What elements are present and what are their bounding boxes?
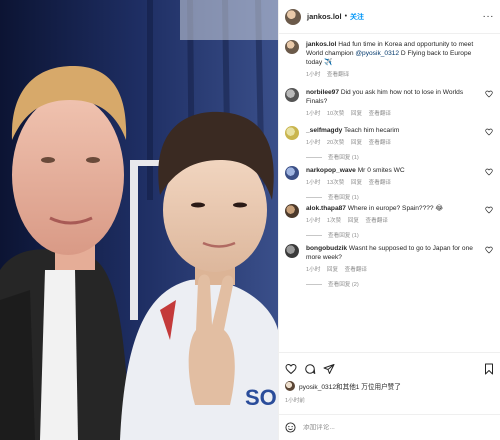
bookmark-icon[interactable] <box>483 363 495 375</box>
see-translation-link[interactable]: 查看翻译 <box>369 111 391 117</box>
likes-text[interactable]: pyosik_0312和其他1 万位用户赞了 <box>299 381 401 391</box>
comment-row: alok.thapa87 Where in europe? Spain???? … <box>285 204 495 244</box>
comment-likes[interactable]: 20次赞 <box>327 140 344 146</box>
comment-username[interactable]: alok.thapa87 <box>306 205 346 212</box>
reply-link[interactable]: 回复 <box>348 218 359 224</box>
add-comment-input[interactable] <box>303 424 453 431</box>
comment-time: 1小时 <box>306 140 321 146</box>
post-actions: pyosik_0312和其他1 万位用户赞了 1小时前 <box>279 352 500 404</box>
comment-row: norbilee97 Did you ask him how not to lo… <box>285 88 495 126</box>
comment-avatar[interactable] <box>285 88 299 102</box>
svg-text:SO: SO <box>245 385 277 410</box>
comment-time: 1小时 <box>306 180 321 186</box>
comment-text: Where in europe? Spain???? 😂 <box>347 205 444 212</box>
view-replies-label[interactable]: 查看回复 (1) <box>328 153 359 161</box>
view-replies-button[interactable]: 查看回复 (1) <box>306 193 481 201</box>
comment-likes[interactable]: 10次赞 <box>327 111 344 117</box>
caption-username[interactable]: jankos.lol <box>306 41 336 48</box>
comment-username[interactable]: _selfmagdy <box>306 127 342 134</box>
reply-link[interactable]: 回复 <box>351 180 362 186</box>
post-timestamp: 1小时前 <box>285 398 305 404</box>
view-replies-button[interactable]: 查看回复 (1) <box>306 153 481 161</box>
caption-row: jankos.lol Had fun time in Korea and opp… <box>285 40 495 88</box>
heart-icon[interactable] <box>485 128 493 136</box>
comment-row: _selfmagdy Teach him hecarim 1小时 20次赞 回复… <box>285 126 495 166</box>
comment-row: bongobudzik Wasnt he supposed to go to J… <box>285 244 495 296</box>
reply-link[interactable]: 回复 <box>351 111 362 117</box>
replies-divider <box>306 196 322 198</box>
caption-mention[interactable]: @pyosik_0312 <box>355 50 399 57</box>
post-detail-panel: jankos.lol • 关注 ··· jankos.lol Had fun t… <box>278 0 500 440</box>
comment-username[interactable]: norbilee97 <box>306 89 339 96</box>
share-icon[interactable] <box>323 363 335 375</box>
see-translation-link[interactable]: 查看翻译 <box>366 218 388 224</box>
comment-likes[interactable]: 1次赞 <box>327 218 341 224</box>
replies-divider <box>306 156 322 158</box>
replies-divider <box>306 234 322 236</box>
comment-username[interactable]: bongobudzik <box>306 245 347 252</box>
see-translation-link[interactable]: 查看翻译 <box>369 180 391 186</box>
comment-likes[interactable]: 13次赞 <box>327 180 344 186</box>
follow-button[interactable]: 关注 <box>350 12 364 22</box>
view-replies-button[interactable]: 查看回复 (2) <box>306 280 481 288</box>
header-separator: • <box>344 13 348 20</box>
comment-avatar[interactable] <box>285 126 299 140</box>
view-replies-label[interactable]: 查看回复 (2) <box>328 280 359 288</box>
see-translation-link[interactable]: 查看翻译 <box>369 140 391 146</box>
comment-text: Mr 0 smites WC <box>357 167 405 174</box>
comment-time: 1小时 <box>306 111 321 117</box>
reply-link[interactable]: 回复 <box>327 267 338 273</box>
emoji-icon[interactable] <box>285 422 296 433</box>
reply-link[interactable]: 回复 <box>351 140 362 146</box>
view-replies-label[interactable]: 查看回复 (1) <box>328 193 359 201</box>
author-username[interactable]: jankos.lol <box>307 12 342 21</box>
comment-time: 1小时 <box>306 218 321 224</box>
heart-icon[interactable] <box>485 246 493 254</box>
comment-icon[interactable] <box>304 363 316 375</box>
comment-row: narkopop_wave Mr 0 smites WC 1小时 13次赞 回复… <box>285 166 495 204</box>
heart-icon[interactable] <box>485 206 493 214</box>
liker-avatar[interactable] <box>285 381 295 391</box>
see-translation-link[interactable]: 查看翻译 <box>327 72 349 78</box>
comment-text: Teach him hecarim <box>344 127 400 134</box>
view-replies-button[interactable]: 查看回复 (1) <box>306 231 481 239</box>
view-replies-label[interactable]: 查看回复 (1) <box>328 231 359 239</box>
caption-avatar[interactable] <box>285 40 299 54</box>
see-translation-link[interactable]: 查看翻译 <box>345 267 367 273</box>
comment-time: 1小时 <box>306 267 321 273</box>
comment-avatar[interactable] <box>285 244 299 258</box>
likes-summary[interactable]: pyosik_0312和其他1 万位用户赞了 <box>285 381 495 391</box>
comment-avatar[interactable] <box>285 166 299 180</box>
heart-icon[interactable] <box>285 363 297 375</box>
heart-icon[interactable] <box>485 90 493 98</box>
caption-time: 1小时 <box>306 72 321 78</box>
heart-icon[interactable] <box>485 168 493 176</box>
comment-username[interactable]: narkopop_wave <box>306 167 356 174</box>
more-options-icon[interactable]: ··· <box>483 11 495 22</box>
comments-list[interactable]: jankos.lol Had fun time in Korea and opp… <box>279 34 500 352</box>
replies-divider <box>306 283 322 285</box>
post-photo: SO <box>0 0 278 440</box>
author-avatar[interactable] <box>285 8 301 25</box>
add-comment-bar <box>279 414 500 440</box>
comment-avatar[interactable] <box>285 204 299 218</box>
post-header: jankos.lol • 关注 ··· <box>279 0 500 34</box>
